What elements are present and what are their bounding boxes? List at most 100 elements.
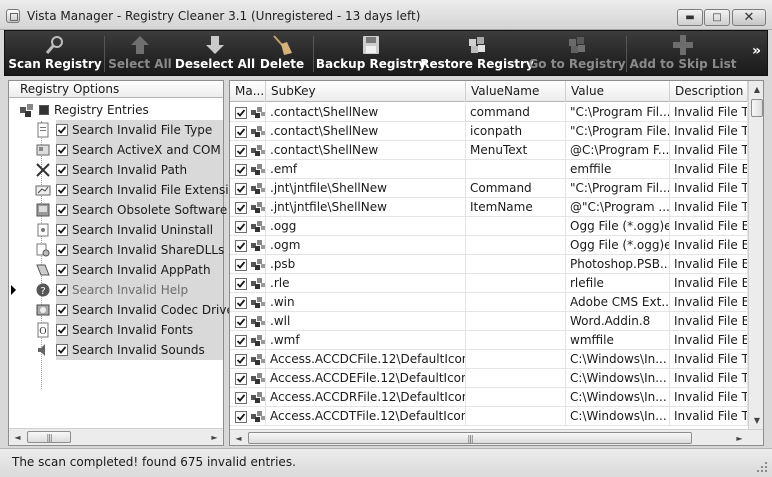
scroll-up-arrow[interactable]: ▲ bbox=[749, 81, 763, 97]
description-cell: Invalid File Ex bbox=[670, 236, 748, 255]
row-checkbox[interactable] bbox=[235, 297, 247, 309]
table-row[interactable]: .ogg Ogg File (*.ogg)eInvalid File Ex bbox=[230, 217, 748, 236]
tree-item[interactable]: Search Invalid Path bbox=[9, 160, 223, 180]
table-row[interactable]: .ogm Ogg File (*.ogg)eInvalid File Ex bbox=[230, 236, 748, 255]
toolbar-overflow-button[interactable]: » bbox=[752, 43, 761, 59]
row-checkbox[interactable] bbox=[235, 202, 247, 214]
row-checkbox[interactable] bbox=[235, 107, 247, 119]
table-row[interactable]: .jnt\jntfile\ShellNew ItemName @"C:\Progra… bbox=[230, 198, 748, 217]
minimize-button[interactable]: ▬ bbox=[677, 9, 703, 26]
valuename-cell bbox=[466, 369, 566, 388]
tree-item-checkbox[interactable] bbox=[56, 244, 68, 256]
tree-item-checkbox[interactable] bbox=[56, 264, 68, 276]
tree-item[interactable]: Search Invalid ShareDLLs bbox=[9, 240, 224, 260]
row-checkbox[interactable] bbox=[235, 316, 247, 328]
scroll-down-arrow[interactable]: ▼ bbox=[749, 412, 763, 428]
tree-item[interactable]: ? Search Invalid Help bbox=[9, 280, 223, 300]
row-checkbox[interactable] bbox=[235, 392, 247, 404]
deselect-all-button[interactable]: Deselect All bbox=[175, 31, 255, 77]
tree-item[interactable]: Search Invalid Sounds bbox=[9, 340, 223, 360]
row-checkbox[interactable] bbox=[235, 164, 247, 176]
tree-item[interactable]: Search Invalid File Type bbox=[9, 120, 223, 140]
table-row[interactable]: .contact\ShellNew iconpath "C:\Program Fil… bbox=[230, 122, 748, 141]
tree-item-checkbox[interactable] bbox=[56, 324, 68, 336]
scroll-right-arrow[interactable]: ► bbox=[731, 430, 748, 445]
table-row[interactable]: .wll Word.Addin.8Invalid File Ex bbox=[230, 312, 748, 331]
table-row[interactable]: .wmf wmffileInvalid File Ex bbox=[230, 331, 748, 350]
tree-item-checkbox[interactable] bbox=[56, 124, 68, 136]
tree-item-checkbox[interactable] bbox=[56, 344, 68, 356]
registry-key-icon bbox=[250, 409, 265, 424]
scroll-thumb[interactable]: ||| bbox=[248, 432, 692, 444]
tree-item[interactable]: Search Invalid Uninstall bbox=[9, 220, 223, 240]
scroll-left-arrow[interactable]: ◄ bbox=[9, 429, 26, 445]
backup-registry-button[interactable]: Backup Registry bbox=[316, 31, 426, 77]
scroll-left-arrow[interactable]: ◄ bbox=[230, 430, 247, 445]
column-header-valuename[interactable]: ValueName bbox=[466, 81, 566, 102]
row-checkbox[interactable] bbox=[235, 373, 247, 385]
valuename-cell bbox=[466, 312, 566, 331]
restore-registry-button[interactable]: Restore Registry bbox=[420, 31, 534, 77]
row-checkbox[interactable] bbox=[235, 259, 247, 271]
row-checkbox[interactable] bbox=[235, 145, 247, 157]
table-row[interactable]: .psb Photoshop.PSB....Invalid File Ex bbox=[230, 255, 748, 274]
tree-item[interactable]: Search Invalid Codec Driver bbox=[9, 300, 239, 320]
tree-item-checkbox[interactable] bbox=[56, 204, 68, 216]
scroll-thumb[interactable] bbox=[751, 99, 763, 117]
tree-item-checkbox[interactable] bbox=[56, 284, 68, 296]
close-button[interactable]: ✕ bbox=[732, 9, 766, 26]
row-checkbox[interactable] bbox=[235, 335, 247, 347]
tree-item-checkbox[interactable] bbox=[56, 304, 68, 316]
column-header-description[interactable]: Description bbox=[670, 81, 748, 102]
row-checkbox[interactable] bbox=[235, 240, 247, 252]
tree-item[interactable]: Search Invalid AppPath bbox=[9, 260, 223, 280]
table-row[interactable]: Access.ACCDCFile.12\DefaultIcon C:\Window… bbox=[230, 350, 748, 369]
registry-options-header: Registry Options bbox=[9, 81, 223, 98]
tree-item-checkbox[interactable] bbox=[56, 144, 68, 156]
table-row[interactable]: .jnt\jntfile\ShellNew Command "C:\Program … bbox=[230, 179, 748, 198]
tree-item[interactable]: Search Invalid File Extension bbox=[9, 180, 244, 200]
value-cell: rlefile bbox=[566, 274, 670, 293]
grid-vertical-scrollbar[interactable]: ▲ ▼ bbox=[748, 81, 763, 429]
column-header-mark[interactable]: Ma... bbox=[230, 81, 266, 102]
tree-item[interactable]: Search Obsolete Software bbox=[9, 200, 227, 220]
column-header-subkey[interactable]: SubKey bbox=[266, 81, 466, 102]
tree-item[interactable]: Search ActiveX and COM bbox=[9, 140, 223, 160]
add-to-skip-list-button[interactable]: Add to Skip List bbox=[630, 31, 736, 77]
row-checkbox[interactable] bbox=[235, 278, 247, 290]
table-row[interactable]: Access.ACCDTFile.12\DefaultIcon C:\Window… bbox=[230, 407, 748, 426]
table-row[interactable]: Access.ACCDEFile.12\DefaultIcon C:\Window… bbox=[230, 369, 748, 388]
table-row[interactable]: .contact\ShellNew command "C:\Program Fil.… bbox=[230, 103, 748, 122]
resize-grip-icon[interactable] bbox=[756, 461, 768, 473]
scroll-thumb[interactable]: ||| bbox=[27, 431, 71, 443]
table-row[interactable]: .emf emffileInvalid File Ex bbox=[230, 160, 748, 179]
tree-item[interactable]: O Search Invalid Fonts bbox=[9, 320, 223, 340]
row-checkbox[interactable] bbox=[235, 411, 247, 423]
table-row[interactable]: .contact\ShellNew MenuText @C:\Program F..… bbox=[230, 141, 748, 160]
delete-button[interactable]: Delete bbox=[259, 31, 305, 77]
current-row-marker-icon bbox=[11, 285, 16, 295]
maximize-button[interactable]: □ bbox=[704, 9, 730, 26]
tree-item-checkbox[interactable] bbox=[56, 164, 68, 176]
left-horizontal-scrollbar[interactable]: ◄ ||| ► bbox=[9, 428, 223, 445]
scroll-right-arrow[interactable]: ► bbox=[206, 429, 223, 445]
table-row[interactable]: .win Adobe CMS Ext...Invalid File Ex bbox=[230, 293, 748, 312]
row-checkbox[interactable] bbox=[235, 221, 247, 233]
row-checkbox[interactable] bbox=[235, 183, 247, 195]
row-checkbox[interactable] bbox=[235, 354, 247, 366]
grid-horizontal-scrollbar[interactable]: ◄ ||| ► bbox=[230, 429, 763, 445]
table-row[interactable]: Access.ACCDRFile.12\DefaultIcon C:\Window… bbox=[230, 388, 748, 407]
select-all-button[interactable]: Select All bbox=[108, 31, 172, 77]
tree-item-checkbox[interactable] bbox=[56, 184, 68, 196]
tree-item-checkbox[interactable] bbox=[56, 224, 68, 236]
arrow-up-icon bbox=[128, 34, 152, 56]
row-checkbox[interactable] bbox=[235, 126, 247, 138]
tree-root-registry-entries[interactable]: Registry Entries bbox=[9, 100, 223, 120]
table-row[interactable]: .rle rlefileInvalid File Ex bbox=[230, 274, 748, 293]
go-to-registry-button[interactable]: Go to Registry bbox=[528, 31, 626, 77]
scan-registry-button[interactable]: Scan Registry bbox=[8, 31, 102, 77]
description-cell: Invalid File Ty bbox=[670, 122, 748, 141]
tree-collapse-toggle[interactable] bbox=[39, 105, 49, 115]
value-cell: C:\Windows\In... bbox=[566, 350, 670, 369]
column-header-value[interactable]: Value bbox=[566, 81, 670, 102]
